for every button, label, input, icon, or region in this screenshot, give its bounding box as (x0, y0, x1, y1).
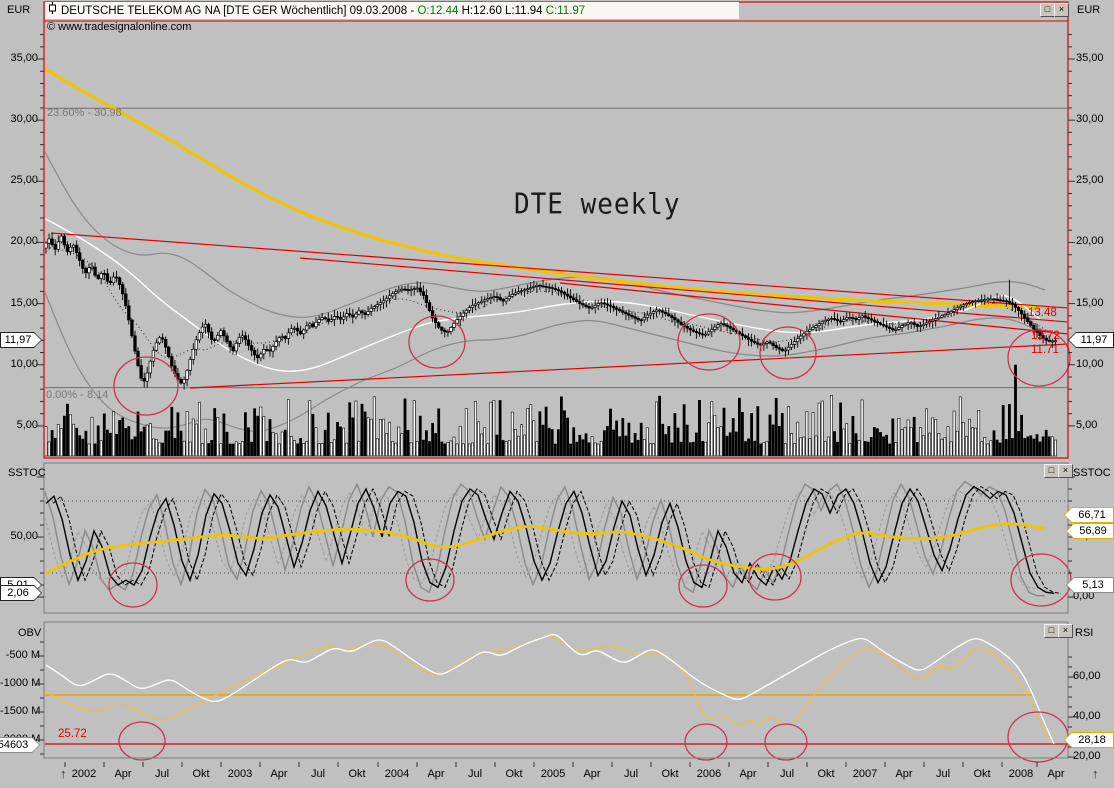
price-axis-label: 10,00 (1076, 358, 1114, 370)
price-axis-label: 15,00 (1076, 297, 1114, 309)
fib-label-upper: 23.60% - 30.98 (47, 107, 122, 119)
sstoc-low-value-tag: 5,13 (1066, 577, 1114, 593)
signal-circles-obv (119, 712, 1068, 762)
price-axis-label: 5,00 (1076, 419, 1114, 431)
price-axis-label: 25,00 (2, 174, 38, 186)
x-axis-label: Apr (259, 768, 299, 780)
fib-label-lower: 0.00% - 8.14 (46, 389, 108, 401)
high-low-values: H:12.60 L:11.94 (462, 5, 543, 17)
x-axis-label: Okt (494, 768, 534, 780)
rsi-value-tag: 28,18 (1064, 732, 1114, 748)
trendline-price-label: 12.72 (1031, 330, 1060, 342)
x-axis-label: Apr (416, 768, 456, 780)
open-value: O:12.44 (417, 5, 458, 17)
axis-unit-left: EUR (7, 4, 30, 16)
rsi-axis-label: 40,00 (1073, 710, 1113, 722)
axis-ticks (37, 35, 1075, 767)
sstoc-panel-title-left: SSTOC (8, 467, 46, 479)
x-axis-label: Jul (142, 768, 182, 780)
maximize-button[interactable]: □ (1044, 464, 1059, 478)
rsi-axis-label: 60,00 (1073, 670, 1113, 682)
obv-axis-label: -1500 M (0, 705, 40, 717)
price-axis-label: 10,00 (2, 358, 38, 370)
rsi-axis-label: 20,00 (1073, 750, 1113, 762)
last-price-tag-right: 11,97 (1068, 332, 1114, 348)
chart-annotation: DTE weekly (514, 189, 681, 221)
sstoc-axis-label: 50,00 (2, 530, 38, 542)
price-axis-label: 20,00 (1076, 235, 1114, 247)
price-axis-label: 25,00 (1076, 174, 1114, 186)
price-axis-label: 35,00 (1076, 52, 1114, 64)
instrument-title: DEUTSCHE TELEKOM AG NA [DTE GER Wöchentl… (61, 5, 414, 17)
close-icon[interactable]: × (1058, 624, 1073, 638)
x-axis-label: Okt (337, 768, 377, 780)
price-axis-label: 15,00 (2, 297, 38, 309)
obv-axis-label: -500 M (0, 649, 40, 661)
panel-borders (44, 2, 1068, 758)
watermark: © www.tradesignalonline.com (47, 21, 191, 33)
x-axis-label: Jul (455, 768, 495, 780)
x-axis-label: Jul (767, 768, 807, 780)
axis-unit-right: EUR (1077, 4, 1100, 16)
rsi-alert-label: 25.72 (58, 728, 87, 740)
price-axis-label: 30,00 (1076, 113, 1114, 125)
chart-canvas (0, 0, 1114, 788)
chart-application: EUR EUR DEUTSCHE TELEKOM AG NA [DTE GER … (0, 0, 1114, 788)
scroll-up-icon[interactable]: ↑ (1092, 766, 1099, 781)
price-axis-label: 20,00 (2, 235, 38, 247)
x-axis-label: 2002 (64, 768, 104, 780)
obv-value-tag: 54603 (0, 737, 40, 753)
x-axis-label: 2005 (533, 768, 573, 780)
x-axis-label: 2004 (377, 768, 417, 780)
sstoc-yellow-value-tag: 56,89 (1066, 523, 1114, 539)
x-axis-label: Jul (923, 768, 963, 780)
close-icon[interactable]: × (1054, 3, 1069, 17)
price-axis-label: 35,00 (2, 52, 38, 64)
rsi-panel-title: RSI (1075, 627, 1093, 639)
price-axis-label: 5,00 (2, 419, 38, 431)
close-icon[interactable]: × (1058, 464, 1073, 478)
maximize-button[interactable]: □ (1044, 624, 1059, 638)
sstoc-panel-title-right: SSTOC (1073, 467, 1111, 479)
x-axis-label: Jul (611, 768, 651, 780)
volume-bars (45, 365, 1057, 456)
x-axis-label: Jul (298, 768, 338, 780)
x-axis-label: 2007 (845, 768, 885, 780)
x-axis-label: 2006 (689, 768, 729, 780)
trendline-price-label: 11.71 (1031, 344, 1059, 356)
x-axis-label: Okt (806, 768, 846, 780)
sstoc-yellow-value-tag: 66,71 (1064, 507, 1114, 523)
price-axis-label: 30,00 (2, 113, 38, 125)
x-axis-label: Apr (572, 768, 612, 780)
red-trendlines (51, 233, 1068, 388)
x-axis-label: 2003 (220, 768, 260, 780)
x-axis-label: Apr (728, 768, 768, 780)
x-axis-label: Okt (962, 768, 1002, 780)
x-axis-label: Apr (884, 768, 924, 780)
x-axis-label: Apr (1036, 768, 1076, 780)
trendline-price-label: 13.48 (1028, 307, 1057, 319)
sstoc-value-tag: 2,06 (0, 585, 42, 601)
maximize-button[interactable]: □ (1040, 3, 1055, 17)
candlesticks (45, 233, 1057, 390)
obv-axis-label: -1000 M (0, 677, 40, 689)
obv-panel-title: OBV (18, 627, 41, 639)
close-value: C:11.97 (546, 5, 585, 17)
last-price-tag-left: 11,97 (0, 332, 42, 348)
x-axis-label: Apr (103, 768, 143, 780)
obv-rsi-lines (44, 635, 1068, 744)
x-axis-label: 2008 (1001, 768, 1041, 780)
x-axis-label: Okt (181, 768, 221, 780)
candlestick-instrument-icon (48, 2, 57, 19)
x-axis-label: Okt (650, 768, 690, 780)
sstoc-lines (30, 482, 1061, 596)
instrument-title-bar: DEUTSCHE TELEKOM AG NA [DTE GER Wöchentl… (45, 2, 739, 19)
